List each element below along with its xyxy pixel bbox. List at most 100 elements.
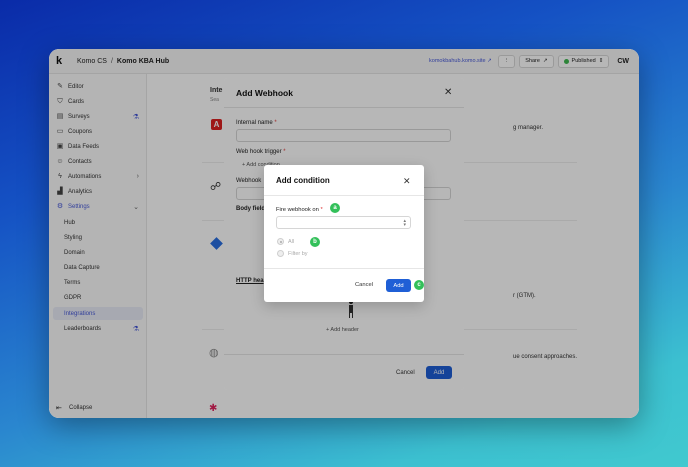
radio-filter-by[interactable] xyxy=(277,250,284,257)
collapse-label: Collapse xyxy=(69,405,93,411)
sidebar-subitem-leaderboards[interactable]: Leaderboards ⚗ xyxy=(53,322,143,335)
page-subtitle: Sea xyxy=(210,97,219,103)
feed-icon: ▣ xyxy=(56,142,64,150)
sidebar-item-label: Automations xyxy=(68,173,102,180)
shield-icon: ⛉ xyxy=(57,97,63,105)
close-icon[interactable]: ✕ xyxy=(403,176,411,186)
body-fields-label: Body field xyxy=(236,206,266,212)
page-title: Inte xyxy=(210,87,223,94)
site-link[interactable]: komokbahub.komo.site ↗ xyxy=(429,58,492,64)
sidebar-subitem-gdpr[interactable]: GDPR xyxy=(53,291,143,304)
required-mark: * xyxy=(283,149,286,155)
cancel-button[interactable]: Cancel xyxy=(355,282,373,288)
dialog-title: Add condition xyxy=(276,176,330,185)
sidebar-subitem-styling[interactable]: Styling xyxy=(53,231,143,244)
add-header-link[interactable]: + Add header xyxy=(326,327,359,333)
dialog-divider xyxy=(264,268,424,269)
site-link-text[interactable]: komokbahub.komo.site xyxy=(429,58,486,64)
sidebar-item-label: Coupons xyxy=(68,128,93,135)
collapse-button[interactable]: ⇤ Collapse xyxy=(53,404,92,412)
sidebar-item-data-feeds[interactable]: ▣ Data Feeds xyxy=(53,140,143,153)
sidebar: ✎ Editor ⛉ Cards ▤ Surveys ⚗ ▭ Coupons ▣… xyxy=(49,74,147,418)
fire-webhook-label: Fire webhook on * xyxy=(276,207,323,213)
integration-desc-3: ue consent approaches. xyxy=(513,354,578,360)
dialog-divider xyxy=(224,354,464,355)
required-mark: * xyxy=(274,120,277,126)
chevron-down-icon: ⌄ xyxy=(133,203,139,211)
sidebar-item-contacts[interactable]: ☺ Contacts xyxy=(53,155,143,168)
internal-name-input[interactable] xyxy=(236,129,451,142)
status-dropdown[interactable]: Published ⇕ xyxy=(557,54,610,68)
topbar-actions: komokbahub.komo.site ↗ ⋮ Share ↗ Publishe… xyxy=(429,54,639,68)
close-icon[interactable]: ✕ xyxy=(444,88,452,98)
radio-all-label: All xyxy=(288,239,295,245)
webhook-url-label: Webhook xyxy=(236,178,262,184)
gear-icon: ⚙ xyxy=(56,202,64,210)
radio-all[interactable] xyxy=(277,238,284,245)
flask-icon: ⚗ xyxy=(132,325,139,333)
sidebar-item-label: Cards xyxy=(68,98,85,105)
chevron-updown-icon: ▴ ▾ xyxy=(403,218,406,228)
sidebar-item-label: Leaderboards xyxy=(64,325,102,332)
top-bar: k Komo CS / Komo KBA Hub komokbahub.komo… xyxy=(49,49,639,74)
published-status-dot xyxy=(563,58,569,64)
sidebar-item-label: Surveys xyxy=(68,113,90,120)
sidebar-item-analytics[interactable]: ▟ Analytics xyxy=(53,185,143,198)
sidebar-item-cards[interactable]: ⛉ Cards xyxy=(53,95,143,108)
fire-webhook-select[interactable]: ▴ ▾ xyxy=(276,216,411,229)
sidebar-item-settings[interactable]: ⚙ Settings ⌄ xyxy=(53,200,143,213)
komo-logo[interactable]: k xyxy=(56,55,68,67)
field-label-text: Fire webhook on xyxy=(276,207,319,213)
integration-desc-1: g manager. xyxy=(513,125,544,131)
sidebar-item-automations[interactable]: ϟ Automations › xyxy=(53,170,143,183)
field-label-text: Web hook trigger xyxy=(236,149,282,155)
cancel-button[interactable]: Cancel xyxy=(396,370,415,376)
cookie-logo-icon: ◍ xyxy=(209,347,219,359)
breadcrumb-org[interactable]: Komo CS xyxy=(77,58,107,65)
empty-state-illustration xyxy=(348,300,354,318)
http-headers-label: HTTP hea xyxy=(236,278,264,284)
adobe-logo-icon: A xyxy=(211,119,222,130)
radio-filter-by-label: Filter by xyxy=(288,251,308,257)
share-label: Share xyxy=(525,58,540,64)
avatar[interactable]: CW xyxy=(613,58,633,65)
add-button[interactable]: Add xyxy=(386,279,411,292)
required-mark: * xyxy=(320,207,323,213)
share-icon: ↗ xyxy=(542,58,548,64)
slack-logo-icon: ✱ xyxy=(209,403,218,414)
coupon-icon: ▭ xyxy=(56,127,64,135)
edit-icon: ✎ xyxy=(57,82,63,90)
sidebar-item-editor[interactable]: ✎ Editor xyxy=(53,80,143,93)
breadcrumb-hub[interactable]: Komo KBA Hub xyxy=(117,58,169,65)
gtm-logo-icon xyxy=(210,237,223,250)
flask-icon: ⚗ xyxy=(132,113,139,121)
sidebar-item-label: Data Feeds xyxy=(68,143,100,150)
dialog-title: Add Webhook xyxy=(236,88,293,98)
sidebar-item-label: Contacts xyxy=(68,158,92,165)
sidebar-subitem-domain[interactable]: Domain xyxy=(53,246,143,259)
sidebar-item-surveys[interactable]: ▤ Surveys ⚗ xyxy=(53,110,143,123)
chart-icon: ▟ xyxy=(57,187,63,195)
dialog-divider xyxy=(264,195,424,196)
webhook-trigger-label: Web hook trigger * xyxy=(236,149,286,155)
sidebar-subitem-terms[interactable]: Terms xyxy=(53,276,143,289)
field-label-text: Internal name xyxy=(236,120,273,126)
sidebar-subitem-data-capture[interactable]: Data Capture xyxy=(53,261,143,274)
sidebar-subitem-hub[interactable]: Hub xyxy=(53,216,143,229)
more-button[interactable]: ⋮ xyxy=(497,54,516,68)
dialog-divider xyxy=(224,107,464,108)
integration-desc-2: r (GTM). xyxy=(513,293,536,299)
collapse-icon: ⇤ xyxy=(56,405,62,412)
external-link-icon: ↗ xyxy=(487,58,492,64)
chevron-right-icon: › xyxy=(136,173,139,180)
survey-icon: ▤ xyxy=(56,112,64,120)
sidebar-item-label: Settings xyxy=(68,203,90,210)
sidebar-item-label: Editor xyxy=(68,83,84,90)
sidebar-item-coupons[interactable]: ▭ Coupons xyxy=(53,125,143,138)
add-button[interactable]: Add xyxy=(426,366,452,379)
share-button[interactable]: Share ↗ xyxy=(519,54,554,68)
add-condition-dialog: Add condition ✕ Fire webhook on * ▴ ▾ All… xyxy=(264,165,424,302)
sidebar-subitem-integrations[interactable]: Integrations xyxy=(53,307,143,320)
lightning-icon: ϟ xyxy=(58,172,62,180)
breadcrumb-separator: / xyxy=(110,57,113,65)
